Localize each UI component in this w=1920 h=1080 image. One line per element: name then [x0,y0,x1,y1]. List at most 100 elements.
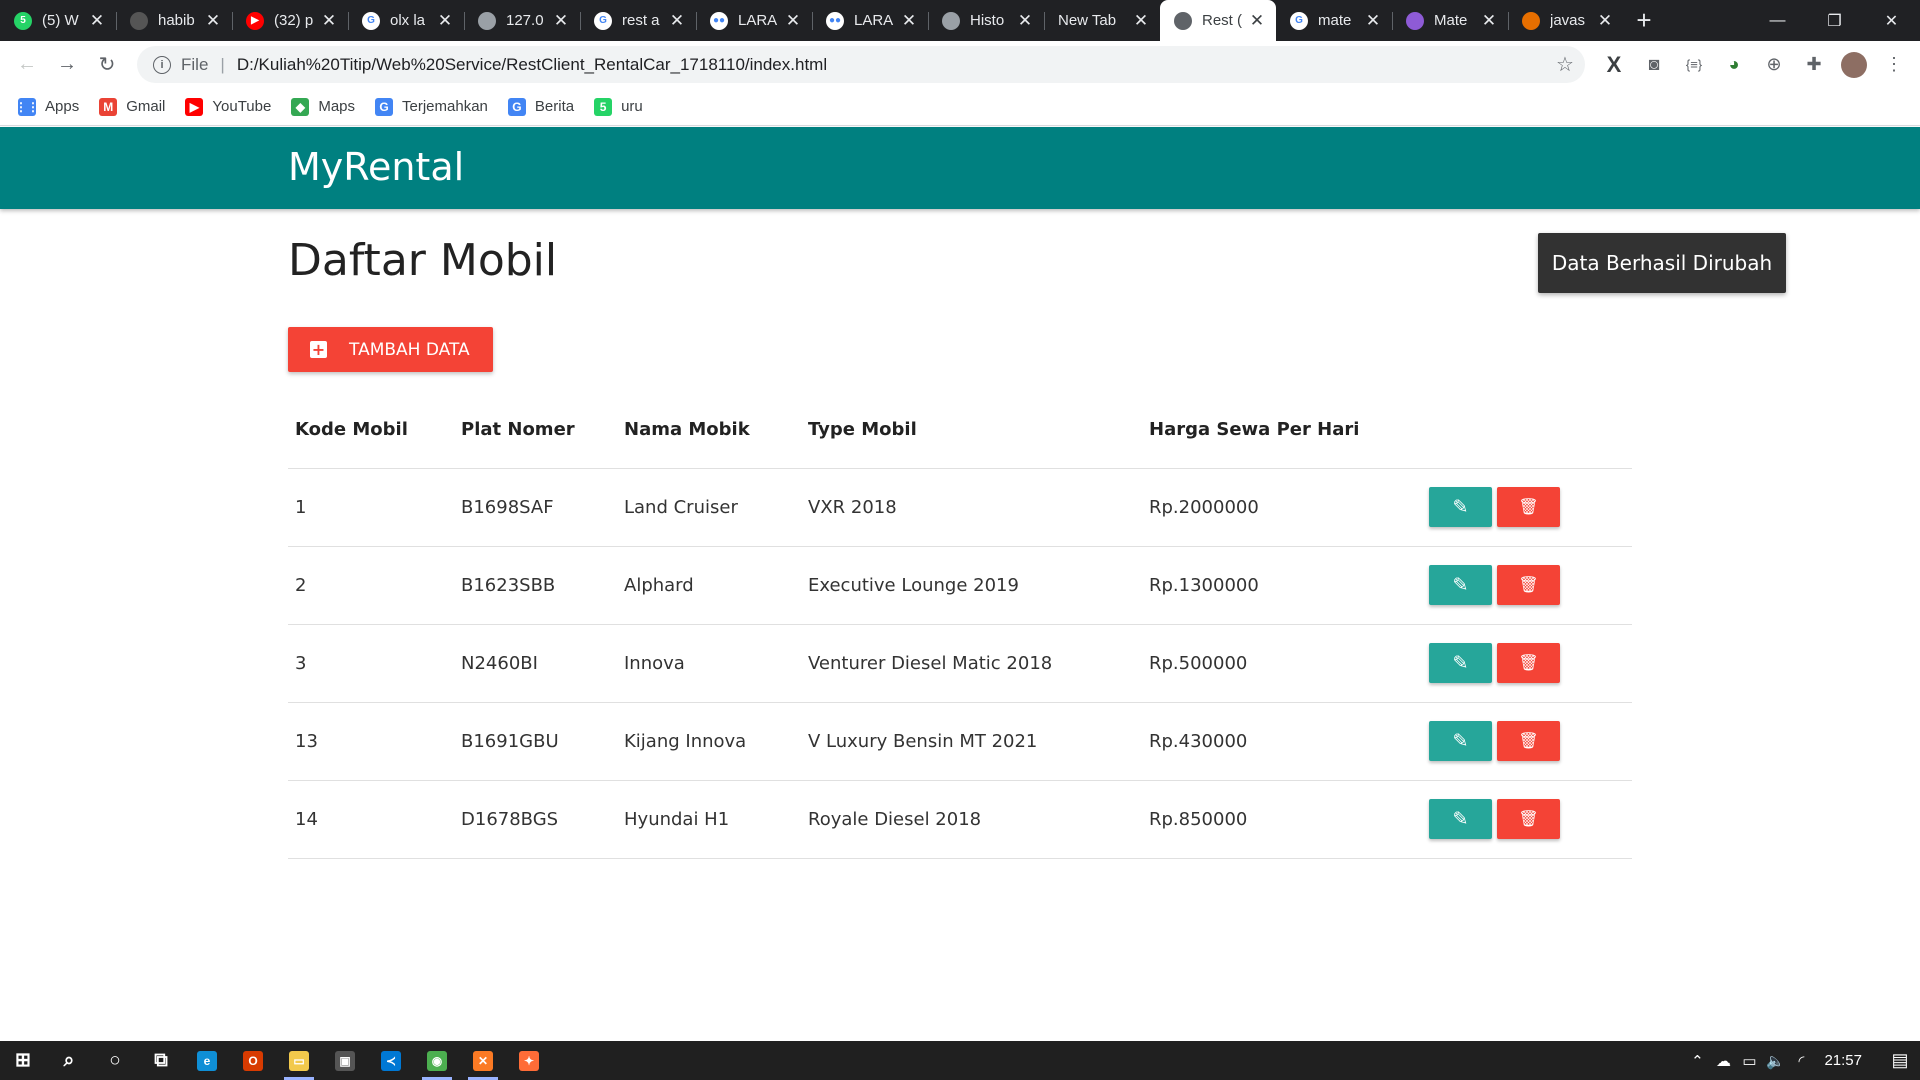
back-button[interactable]: ← [7,45,47,85]
edit-button[interactable]: ✎ [1429,799,1492,839]
browser-tab[interactable]: ●● LARA ✕ [696,0,812,41]
browser-tab[interactable]: 127.0 ✕ [464,0,580,41]
delete-button[interactable]: 🗑 [1497,565,1560,605]
close-tab-icon[interactable]: ✕ [1132,11,1150,31]
cell-type-mobil: Executive Lounge 2019 [808,574,1019,596]
browser-tab[interactable]: Mate ✕ [1392,0,1508,41]
close-tab-icon[interactable]: ✕ [88,11,106,31]
info-icon[interactable]: i [153,55,171,74]
bookmark-item[interactable]: ◆ Maps [291,97,355,116]
clock[interactable]: 21:57 [1824,1052,1862,1069]
file-explorer-taskbar-button[interactable]: ▭ [276,1041,322,1080]
forward-button[interactable]: → [47,45,87,85]
browser-tab[interactable]: Golx la ✕ [348,0,464,41]
materialize-icon [1406,11,1424,30]
bookmark-item[interactable]: G Berita [507,97,575,116]
delete-button[interactable]: 🗑 [1497,721,1560,761]
minimize-button[interactable]: — [1749,0,1806,41]
vpn-extension-icon[interactable]: ◕ [1714,45,1754,85]
close-tab-icon[interactable]: ✕ [1248,11,1266,31]
bookmark-item[interactable]: ⋮⋮ Apps [15,97,79,116]
browser-tab[interactable]: 5 (5) W ✕ [0,0,116,41]
battery-icon[interactable]: ▭ [1736,1052,1762,1070]
search-taskbar-button[interactable]: ⌕ [46,1041,92,1080]
close-tab-icon[interactable]: ✕ [204,11,222,31]
bookmark-item[interactable]: G Terjemahkan [375,97,488,116]
edit-button[interactable]: ✎ [1429,643,1492,683]
header-actions [1422,391,1632,468]
browser-tab[interactable]: Gmate ✕ [1276,0,1392,41]
browser-tab[interactable]: ●● LARA ✕ [812,0,928,41]
bookmark-item[interactable]: 5 uru [594,97,643,116]
browser-tab[interactable]: javas ✕ [1508,0,1624,41]
close-tab-icon[interactable]: ✕ [1596,11,1614,31]
chevron-up-icon[interactable]: ⌃ [1684,1052,1710,1070]
delete-button[interactable]: 🗑 [1497,799,1560,839]
xampp-taskbar-button[interactable]: ✕ [460,1041,506,1080]
edit-button[interactable]: ✎ [1429,565,1492,605]
close-tab-icon[interactable]: ✕ [436,11,454,31]
bookmark-label: Berita [534,98,575,115]
trash-icon: 🗑 [1518,577,1539,594]
store-taskbar-button[interactable]: ▣ [322,1041,368,1080]
close-tab-icon[interactable]: ✕ [320,11,338,31]
volume-icon[interactable]: 🔈 [1762,1052,1788,1070]
table-row: 14 D1678BGS Hyundai H1 Royale Diesel 2018 Rp… [288,780,1632,858]
office-taskbar-button[interactable]: O [230,1041,276,1080]
task-view-taskbar-button[interactable]: ⧉ [138,1041,184,1080]
bookmark-item[interactable]: M Gmail [99,97,165,116]
profile-avatar[interactable] [1834,45,1874,85]
close-window-button[interactable]: ✕ [1863,0,1920,41]
chrome-taskbar-button[interactable]: ◉ [414,1041,460,1080]
x-extension-icon[interactable]: X [1594,45,1634,85]
browser-tab[interactable]: ▶ (32) p ✕ [232,0,348,41]
bookmark-item[interactable]: ▶ YouTube [185,97,271,116]
close-tab-icon[interactable]: ✕ [1364,11,1382,31]
globe-extension-icon[interactable]: ⊕ [1754,45,1794,85]
close-tab-icon[interactable]: ✕ [1016,11,1034,31]
notification-center-icon[interactable]: ▤ [1880,1050,1920,1071]
url-text[interactable]: D:/Kuliah%20Titip/Web%20Service/RestClie… [237,55,1545,75]
edge-taskbar-button[interactable]: e [184,1041,230,1080]
google-icon: G [362,11,380,30]
edit-button[interactable]: ✎ [1429,487,1492,527]
close-tab-icon[interactable]: ✕ [552,11,570,31]
edit-button[interactable]: ✎ [1429,721,1492,761]
browser-tab[interactable]: habib ✕ [116,0,232,41]
close-tab-icon[interactable]: ✕ [1480,11,1498,31]
puzzle-extensions-icon[interactable]: ✚ [1794,45,1834,85]
browser-tab[interactable]: Histo ✕ [928,0,1044,41]
cortana-taskbar-button[interactable]: ○ [92,1041,138,1080]
row-actions: ✎ 🗑 [1422,468,1632,546]
bookmark-star-icon[interactable]: ☆ [1545,52,1585,77]
browser-tab[interactable]: Grest a ✕ [580,0,696,41]
header-harga-sewa: Harga Sewa Per Hari [1149,418,1360,440]
windows-start-taskbar-button[interactable]: ⊞ [0,1041,46,1080]
close-tab-icon[interactable]: ✕ [784,11,802,31]
close-tab-icon[interactable]: ✕ [900,11,918,31]
delete-button[interactable]: 🗑 [1497,487,1560,527]
medium-icon: ●● [710,11,728,30]
maps-icon: ◆ [291,97,310,116]
browser-tab[interactable]: Rest (✕ [1160,0,1276,41]
menu-kebab-icon[interactable]: ⋮ [1874,45,1914,85]
camera-extension-icon[interactable]: ◙ [1634,45,1674,85]
address-bar[interactable]: i File | D:/Kuliah%20Titip/Web%20Service… [137,46,1585,83]
app-navbar: MyRental [0,127,1920,209]
chrome-icon: ◉ [427,1050,447,1071]
reload-button[interactable]: ↻ [87,45,127,85]
brand-logo[interactable]: MyRental [288,145,464,189]
json-extension-icon[interactable]: {≡} [1674,45,1714,85]
vscode-taskbar-button[interactable]: ≺ [368,1041,414,1080]
onedrive-icon[interactable]: ☁ [1710,1052,1736,1070]
new-tab-button[interactable]: + [1624,0,1664,41]
close-tab-icon[interactable]: ✕ [668,11,686,31]
wifi-icon[interactable]: ◜ [1788,1052,1814,1070]
restore-button[interactable]: ❐ [1806,0,1863,41]
windows-start-icon: ⊞ [15,1050,31,1071]
postman-taskbar-button[interactable]: ✦ [506,1041,552,1080]
add-data-button[interactable]: + TAMBAH DATA [288,327,493,372]
delete-button[interactable]: 🗑 [1497,643,1560,683]
browser-tab[interactable]: New Tab ✕ [1044,0,1160,41]
table-row: 3 N2460BI Innova Venturer Diesel Matic 2018… [288,624,1632,702]
